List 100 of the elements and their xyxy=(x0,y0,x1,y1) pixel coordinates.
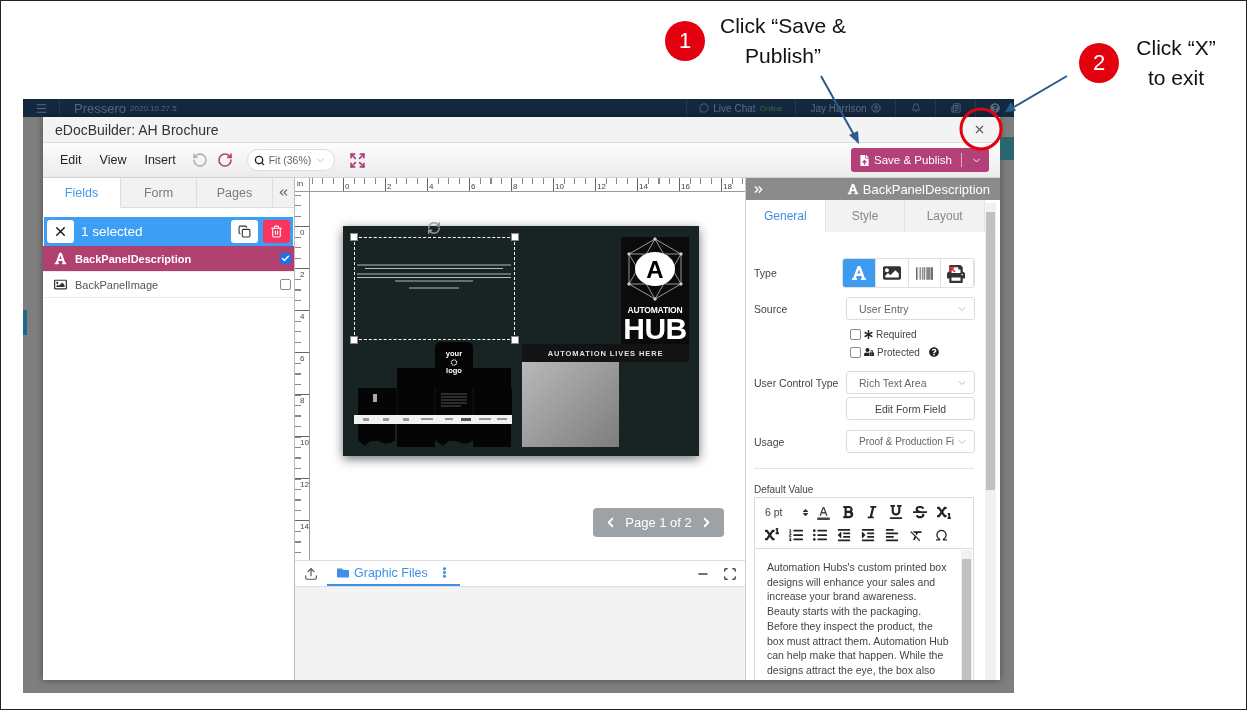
strikethrough-icon[interactable] xyxy=(913,505,927,519)
field-label: Source xyxy=(754,302,789,315)
step-badge: 2 xyxy=(1079,43,1119,83)
field-row[interactable]: BackPanelImage xyxy=(43,272,294,298)
zoom-select[interactable]: Fit (36%) xyxy=(246,149,335,171)
bullet-list-icon[interactable] xyxy=(813,528,827,542)
copy-icon xyxy=(238,225,251,238)
scrollbar[interactable] xyxy=(985,203,996,680)
delete-button[interactable] xyxy=(263,220,290,243)
outdent-icon[interactable] xyxy=(837,528,851,542)
subscript-icon[interactable] xyxy=(937,505,951,519)
control-type-select[interactable]: Rich Text Area xyxy=(846,371,975,394)
search-icon xyxy=(253,154,265,166)
panel-tab[interactable]: Pages xyxy=(197,178,273,208)
duplicate-button[interactable] xyxy=(231,220,258,243)
logo-name: HUB xyxy=(623,315,687,343)
omega-icon[interactable] xyxy=(934,527,949,543)
asterisk-icon xyxy=(864,329,873,339)
ruler-unit: in xyxy=(295,178,310,191)
highlight-ring xyxy=(959,107,1003,151)
image-icon xyxy=(54,278,67,291)
panel-tab[interactable]: Form xyxy=(121,178,197,208)
ruler-number: 16 xyxy=(679,178,721,191)
collapse-icon[interactable] xyxy=(277,186,290,199)
logo-letter: A xyxy=(646,256,664,283)
ruler-number: 4 xyxy=(295,310,309,352)
italic-icon[interactable] xyxy=(865,505,879,519)
ruler-number: 14 xyxy=(295,520,309,560)
ruler-number: 0 xyxy=(295,226,309,268)
tick-icon xyxy=(281,254,290,263)
checkbox[interactable] xyxy=(850,346,861,358)
redo-icon[interactable] xyxy=(216,152,233,168)
window-title: eDocBuilder: AH Brochure xyxy=(55,121,219,138)
rotate-icon[interactable] xyxy=(427,221,441,235)
pointer-arrow xyxy=(1005,75,1068,112)
ruler-number: 2 xyxy=(295,268,309,310)
bold-icon[interactable] xyxy=(841,505,855,519)
chat-bubble-icon xyxy=(699,103,710,113)
close-icon[interactable] xyxy=(973,123,986,136)
close-icon xyxy=(53,224,68,239)
field-row[interactable]: BackPanelDescription xyxy=(43,246,294,272)
scrollbar[interactable] xyxy=(961,550,972,680)
file-upload-icon xyxy=(859,154,870,166)
ruler-number: 14 xyxy=(637,178,679,191)
letter-a-icon xyxy=(850,265,867,281)
ruler-number: 2 xyxy=(385,178,427,191)
underline-icon[interactable] xyxy=(889,505,903,519)
help-icon[interactable] xyxy=(928,347,939,357)
letter-a-icon xyxy=(846,183,859,195)
checkbox[interactable] xyxy=(280,279,291,290)
font-size-select[interactable]: 6 pt xyxy=(765,503,810,521)
brand-name: Pressero xyxy=(74,100,127,116)
menu-item[interactable]: Edit xyxy=(53,148,89,172)
sidebar-highlight xyxy=(23,310,27,335)
menu-item[interactable]: Insert xyxy=(137,148,183,172)
checkbox[interactable] xyxy=(850,328,861,340)
checkbox-label: Protected xyxy=(877,346,920,358)
properties-tab[interactable]: General xyxy=(746,200,826,232)
resize-handle[interactable] xyxy=(511,336,519,344)
menu-item[interactable]: View xyxy=(92,148,134,172)
clear-selection-button[interactable] xyxy=(47,220,74,243)
user-lock-icon xyxy=(864,347,874,357)
resize-handle[interactable] xyxy=(350,336,358,344)
superscript-icon[interactable] xyxy=(765,528,779,542)
sort-arrows-icon xyxy=(801,507,810,517)
upload-icon[interactable] xyxy=(304,566,318,581)
crossed-printer-icon xyxy=(947,263,968,283)
callout-text: Click “Save & Publish” xyxy=(719,13,847,69)
newspaper-icon[interactable] xyxy=(950,103,961,113)
resize-handle[interactable] xyxy=(511,233,519,241)
font-color-icon[interactable] xyxy=(816,504,831,520)
numbered-list-icon[interactable] xyxy=(789,528,803,542)
source-select[interactable]: User Entry xyxy=(846,297,975,320)
checkbox[interactable] xyxy=(280,253,291,264)
usage-select[interactable]: Proof & Production Fi xyxy=(846,430,975,453)
ruler-number: 12 xyxy=(595,178,637,191)
field-name: BackPanelImage xyxy=(75,278,160,291)
field-label: Usage xyxy=(754,435,786,448)
expand-arrows-icon[interactable] xyxy=(348,151,366,169)
fullscreen-icon[interactable] xyxy=(723,566,737,581)
ruler-number: 8 xyxy=(295,394,309,436)
align-left-icon[interactable] xyxy=(885,528,899,542)
edit-form-field-button[interactable]: Edit Form Field xyxy=(846,397,975,420)
selection-count: 1 selected xyxy=(81,224,144,239)
menu-icon[interactable] xyxy=(34,101,48,115)
field-label: Default Value xyxy=(754,483,815,496)
ruler-number: 0 xyxy=(343,178,385,191)
page-label: Page 1 of 2 xyxy=(625,515,692,530)
default-value-text[interactable]: Automation Hubs's custom printed box designs will enhance your sales and increase your brand awareness. Beauty starts with the packaging. Before they inspect the product, the box must attract them. Automation Hub can help make that happen. While the designs attract the eye, the box also xyxy=(755,549,952,680)
checkbox-label: Required xyxy=(876,328,917,340)
selection-frame[interactable] xyxy=(354,237,515,340)
gear-icon xyxy=(450,359,458,366)
ruler-number: 10 xyxy=(295,436,309,478)
resize-handle[interactable] xyxy=(350,233,358,241)
field-name: BackPanelDescription xyxy=(75,252,193,265)
save-publish-button[interactable]: Save & Publish xyxy=(851,148,989,172)
ruler-number: 12 xyxy=(295,478,309,520)
properties-title: BackPanelDescription xyxy=(862,181,990,197)
trash-icon xyxy=(270,225,283,238)
indent-icon[interactable] xyxy=(861,528,875,542)
